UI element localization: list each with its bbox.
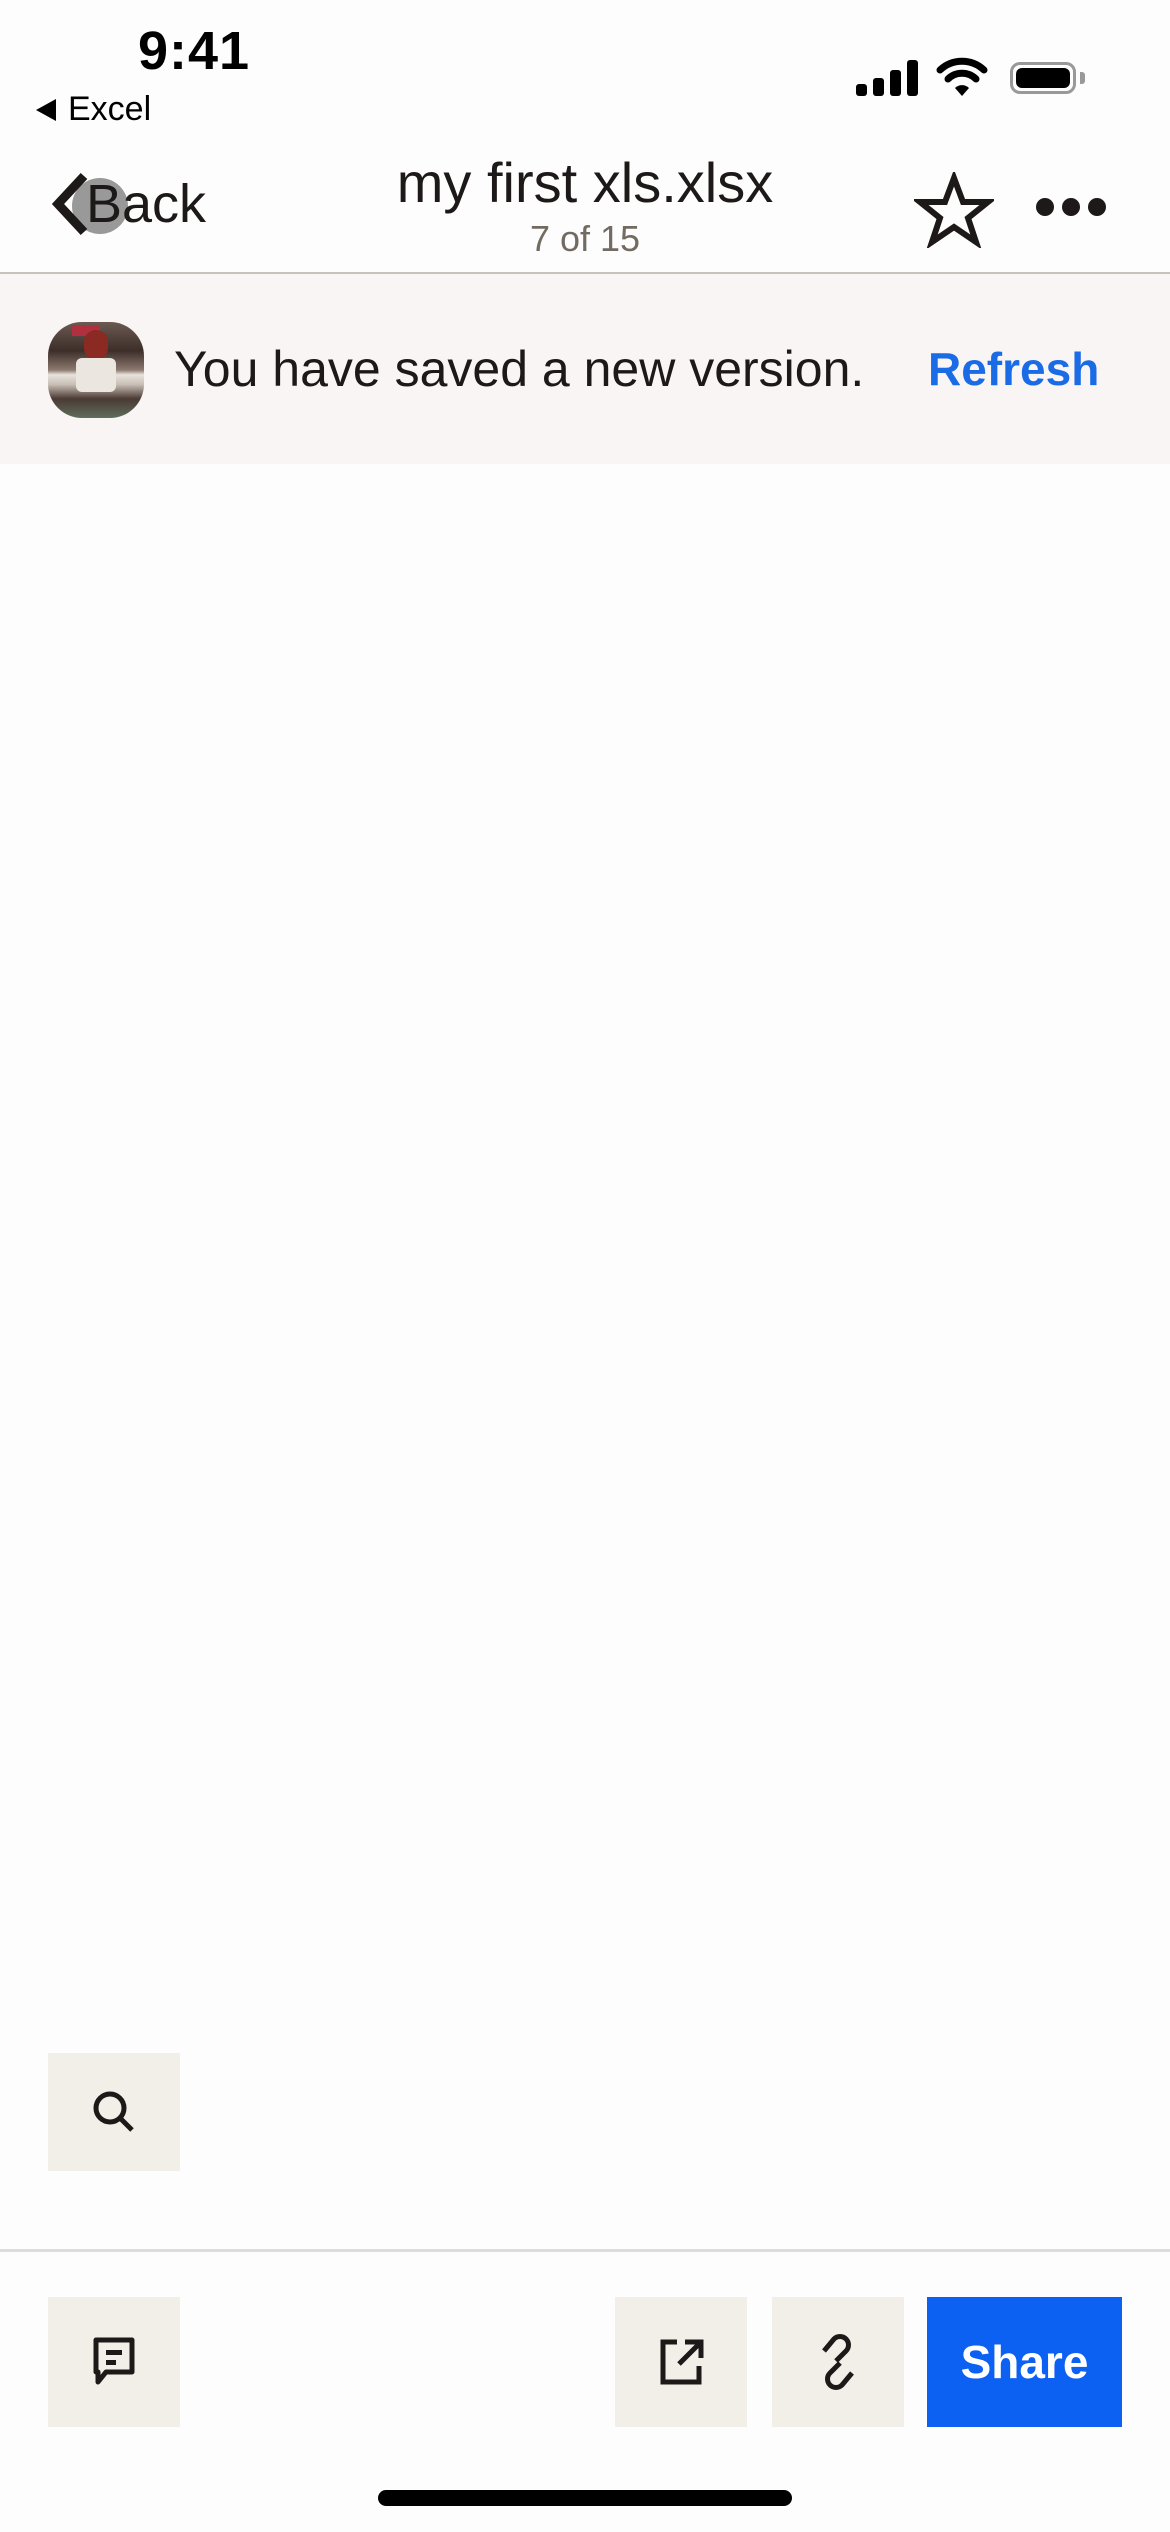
star-icon[interactable] [914,172,994,248]
open-external-button[interactable] [615,2297,747,2427]
battery-cap [1080,72,1085,84]
chevron-left-icon [51,172,88,236]
wifi-icon [936,57,988,96]
comment-icon [93,2337,135,2385]
avatar [48,322,144,418]
more-icon[interactable] [1036,198,1106,216]
status-time: 9:41 [138,21,251,81]
back-triangle-icon [36,98,56,121]
search-icon [93,2091,134,2132]
back-button[interactable]: Back [50,164,206,244]
signal-icon [856,60,918,96]
back-label: Back [86,174,207,234]
footer-divider [0,2249,1170,2252]
back-to-app-link[interactable]: Excel [36,90,151,129]
refresh-button[interactable]: Refresh [928,342,1099,396]
copy-link-button[interactable] [772,2297,904,2427]
comment-button[interactable] [48,2297,180,2427]
battery-icon [1010,62,1076,94]
open-external-icon [660,2339,704,2385]
back-app-label: Excel [68,90,152,128]
link-icon [822,2334,854,2390]
search-button[interactable] [48,2053,180,2171]
share-button[interactable]: Share [927,2297,1122,2427]
home-indicator[interactable] [378,2490,792,2506]
banner-message: You have saved a new version. [174,341,865,397]
